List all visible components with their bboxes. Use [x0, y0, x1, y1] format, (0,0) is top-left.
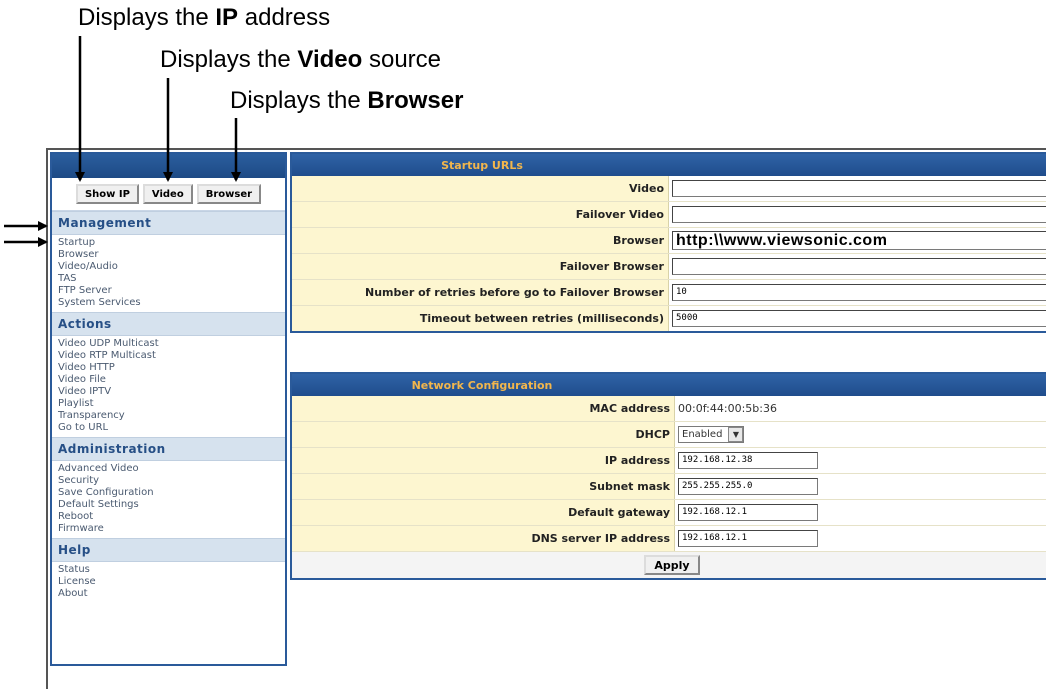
- callout-arrows: [4, 36, 241, 247]
